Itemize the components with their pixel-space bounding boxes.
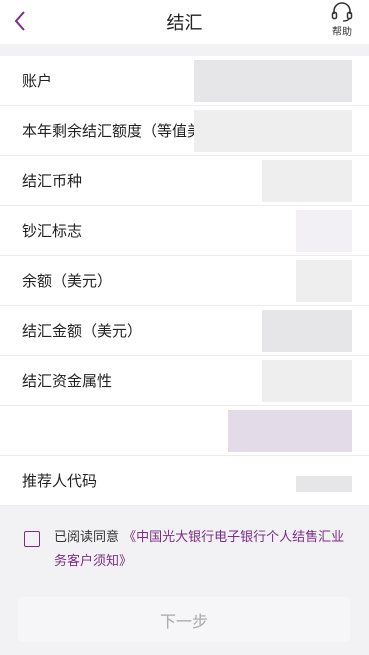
masked-value [228,410,352,452]
balance-label: 余额（美元） [22,272,113,290]
form-list: 账户 本年剩余结汇额度（等值美 结汇币种 钞汇标志 余额（美元） 结汇金额（美元… [0,56,369,506]
currency-row[interactable]: 结汇币种 [0,156,369,206]
account-label: 账户 [22,72,53,90]
amount-label: 结汇金额（美元） [22,322,143,340]
masked-value [262,160,352,202]
account-row[interactable]: 账户 [0,56,369,106]
masked-value [296,476,352,492]
agreement-text: 已阅读同意 《中国光大银行电子银行个人结售汇业务客户须知》 [54,526,354,574]
currency-label: 结汇币种 [22,172,83,190]
nav-bar: 结汇 帮助 [0,0,369,44]
help-button[interactable]: 帮助 [327,2,357,38]
cash-remit-flag-label: 钞汇标志 [22,222,83,240]
amount-row[interactable]: 结汇金额（美元） [0,306,369,356]
balance-row: 余额（美元） [0,256,369,306]
masked-value [194,60,352,102]
masked-value [262,360,352,402]
agreement-area: 已阅读同意 《中国光大银行电子银行个人结售汇业务客户须知》 [0,515,369,585]
headset-icon [331,2,353,22]
agreement-prefix: 已阅读同意 [54,530,120,545]
remaining-quota-label: 本年剩余结汇额度（等值美 [22,122,203,140]
agreement-checkbox[interactable] [24,531,40,547]
fund-attribute-label: 结汇资金属性 [22,372,113,390]
masked-value [262,310,352,352]
next-step-button[interactable]: 下一步 [18,597,350,642]
masked-value [296,260,352,302]
help-label: 帮助 [332,27,352,38]
masked-row [0,406,369,456]
masked-value [194,110,352,152]
masked-value [296,210,352,252]
page-title: 结汇 [166,13,203,34]
cash-remit-flag-row[interactable]: 钞汇标志 [0,206,369,256]
remaining-quota-row: 本年剩余结汇额度（等值美 [0,106,369,156]
referrer-code-row[interactable]: 推荐人代码 [0,456,369,506]
referrer-code-label: 推荐人代码 [22,472,98,490]
fund-attribute-row[interactable]: 结汇资金属性 [0,356,369,406]
